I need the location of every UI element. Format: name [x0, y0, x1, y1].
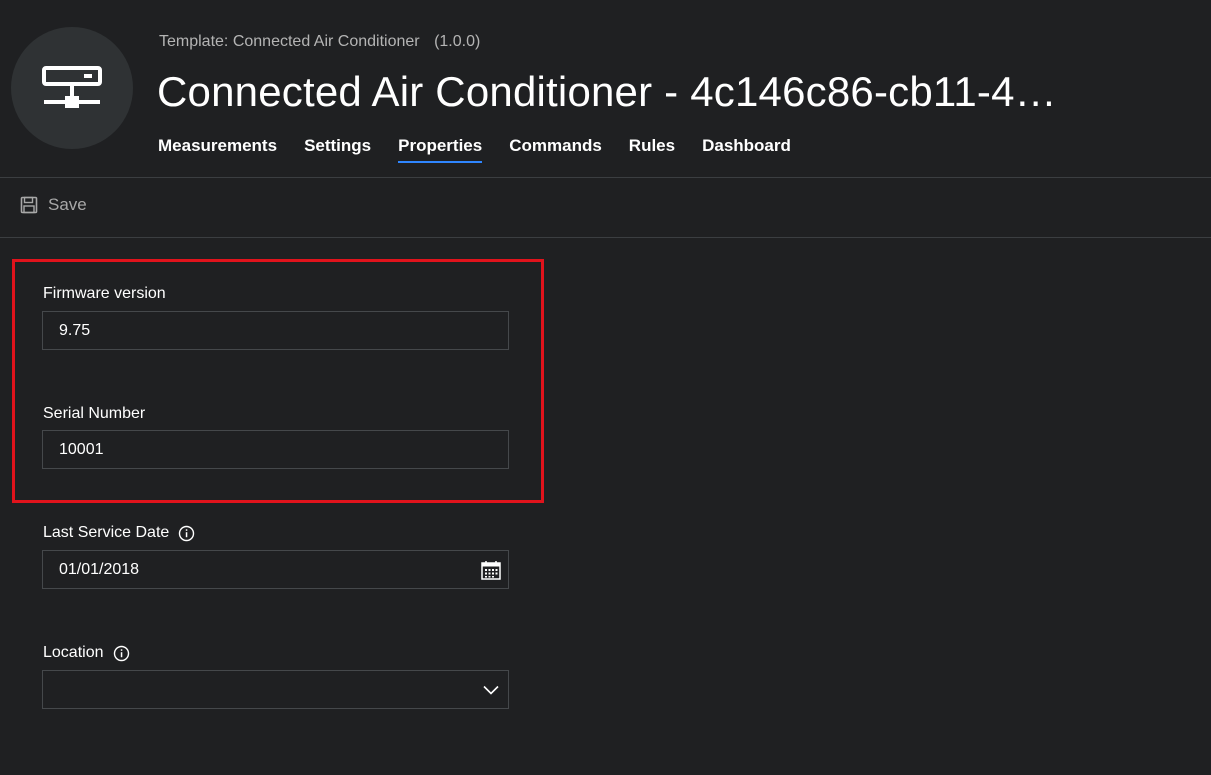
info-icon[interactable]	[113, 645, 130, 662]
template-info: Template: Connected Air Conditioner (1.0…	[159, 33, 480, 51]
location-select[interactable]	[42, 670, 509, 709]
calendar-icon[interactable]	[480, 559, 502, 581]
tab-bar: Measurements Settings Properties Command…	[158, 136, 818, 163]
save-button[interactable]: Save	[20, 195, 87, 215]
firmware-version-value: 9.75	[59, 321, 91, 339]
location-label: Location	[43, 644, 130, 662]
serial-number-label: Serial Number	[43, 405, 145, 423]
tab-commands[interactable]: Commands	[509, 136, 602, 163]
save-label: Save	[48, 195, 87, 214]
tab-dashboard[interactable]: Dashboard	[702, 136, 791, 163]
firmware-version-label-text: Firmware version	[43, 285, 166, 302]
tab-measurements[interactable]: Measurements	[158, 136, 277, 163]
firmware-version-label: Firmware version	[43, 285, 166, 303]
serial-number-field[interactable]: 10001	[42, 430, 509, 469]
info-icon[interactable]	[178, 525, 195, 542]
firmware-version-field[interactable]: 9.75	[42, 311, 509, 350]
last-service-date-field[interactable]: 01/01/2018	[42, 550, 509, 589]
template-prefix: Template:	[159, 33, 229, 50]
last-service-date-value: 01/01/2018	[59, 560, 140, 578]
header-divider	[0, 177, 1211, 178]
location-label-text: Location	[43, 644, 104, 661]
template-name[interactable]: Connected Air Conditioner	[233, 33, 420, 50]
tab-settings[interactable]: Settings	[304, 136, 371, 163]
floppy-disk-icon	[20, 196, 38, 214]
template-version: (1.0.0)	[434, 33, 481, 50]
toolbar-divider	[0, 237, 1211, 238]
serial-number-label-text: Serial Number	[43, 405, 146, 422]
tab-rules[interactable]: Rules	[629, 136, 675, 163]
network-device-icon	[42, 66, 102, 108]
serial-number-value: 10001	[59, 440, 104, 458]
last-service-date-label: Last Service Date	[43, 524, 195, 542]
device-avatar	[11, 27, 133, 149]
page-title: Connected Air Conditioner - 4c146c86-cb1…	[157, 68, 1057, 115]
device-header: Template: Connected Air Conditioner (1.0…	[0, 0, 1211, 177]
chevron-down-icon[interactable]	[482, 681, 500, 699]
last-service-date-label-text: Last Service Date	[43, 524, 170, 541]
tab-properties[interactable]: Properties	[398, 136, 483, 163]
